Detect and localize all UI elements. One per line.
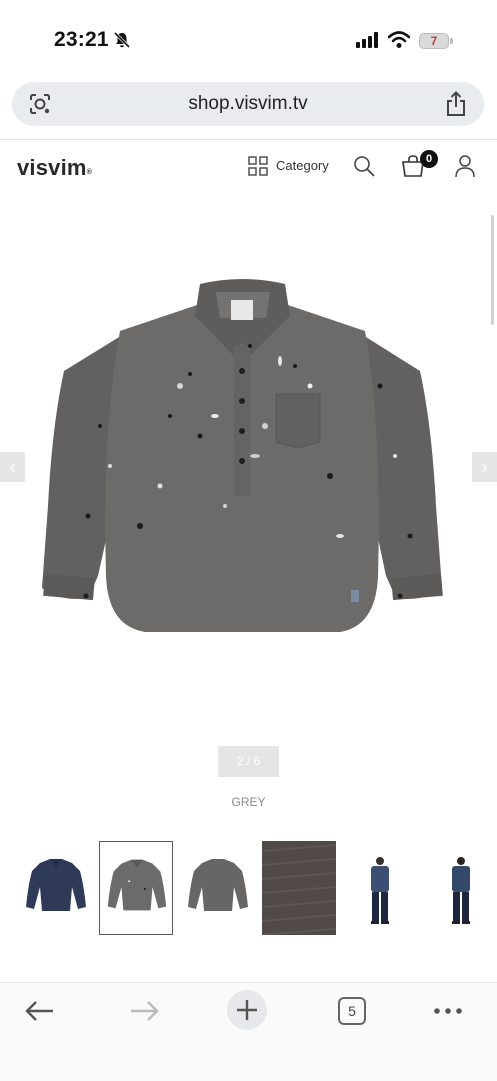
model-front-image [371, 857, 389, 924]
thumbnail-fabric-texture[interactable] [261, 841, 337, 936]
gallery-counter: 2 / 6 [218, 746, 279, 777]
signal-icon [356, 32, 378, 48]
bell-slash-icon [113, 31, 131, 49]
page-scrollbar[interactable] [491, 215, 494, 325]
thumbnail-model-back[interactable] [424, 841, 497, 935]
thumbnail-model-front[interactable] [343, 841, 417, 935]
header-divider [0, 139, 497, 140]
thumbnail-grey-shirt-back[interactable] [180, 841, 254, 935]
product-image-grey-shirt[interactable] [40, 276, 445, 638]
lens-icon[interactable] [28, 93, 52, 115]
site-logo[interactable]: visvim® [17, 155, 92, 181]
status-time: 23:21 [54, 28, 109, 51]
forward-icon[interactable] [128, 999, 160, 1023]
battery-tip [450, 38, 453, 44]
thumbnail-grey-shirt-front[interactable] [99, 841, 173, 935]
logo-text: visvim [17, 155, 87, 180]
url-text[interactable]: shop.visvim.tv [12, 82, 484, 126]
search-icon[interactable] [352, 154, 376, 178]
fabric-texture-image [261, 844, 337, 936]
more-icon[interactable] [432, 1005, 464, 1017]
navy-shirt-image [26, 859, 86, 911]
address-bar[interactable]: shop.visvim.tv [12, 82, 484, 126]
battery-icon: 7 [419, 33, 449, 49]
category-link[interactable]: Category [276, 158, 329, 173]
wifi-icon [388, 31, 410, 48]
share-icon[interactable] [445, 91, 467, 117]
gallery-next-button[interactable]: › [472, 452, 497, 482]
tab-switcher-button[interactable]: 5 [338, 997, 366, 1025]
gallery-prev-button[interactable]: ‹ [0, 452, 25, 482]
model-back-image [452, 857, 470, 924]
color-name: GREY [231, 795, 266, 809]
grey-shirt-front-image [107, 859, 167, 911]
cart-count-badge: 0 [420, 150, 438, 168]
grey-shirt-back-image [188, 859, 248, 911]
logo-mark: ® [86, 169, 93, 176]
new-tab-icon[interactable] [226, 989, 268, 1031]
chevron-right-icon: › [481, 457, 488, 477]
user-icon[interactable] [454, 154, 476, 178]
chevron-left-icon: ‹ [9, 457, 16, 477]
back-icon[interactable] [24, 999, 56, 1023]
thumbnail-navy-shirt[interactable] [18, 841, 92, 935]
grid-icon[interactable] [248, 156, 268, 176]
